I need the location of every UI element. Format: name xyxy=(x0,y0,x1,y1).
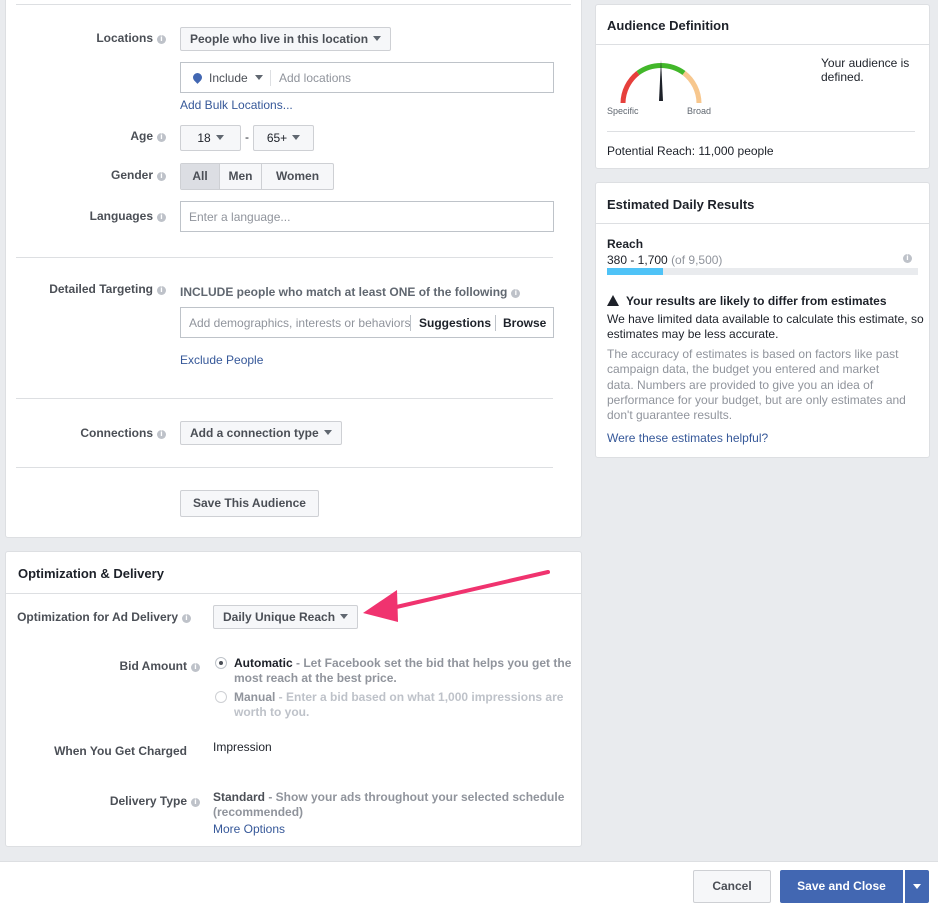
info-icon[interactable]: i xyxy=(191,663,200,672)
chevron-down-icon xyxy=(913,884,921,889)
more-options-link[interactable]: More Options xyxy=(213,822,285,836)
cancel-button[interactable]: Cancel xyxy=(693,870,771,903)
title-divider xyxy=(596,44,929,45)
audience-definition-panel: Audience Definition Specific Broad Your … xyxy=(595,4,930,169)
reach-label: Reach xyxy=(607,237,644,251)
save-audience-button[interactable]: Save This Audience xyxy=(180,490,319,517)
chevron-down-icon xyxy=(340,614,349,619)
add-bulk-locations-link[interactable]: Add Bulk Locations... xyxy=(180,98,293,112)
info-icon[interactable]: i xyxy=(157,213,166,222)
section-divider xyxy=(16,467,553,468)
reach-bar-fill xyxy=(607,268,663,275)
connections-label: Connections i xyxy=(80,426,166,440)
ad-delivery-label: Optimization for Ad Delivery i xyxy=(17,610,191,624)
age-min-dropdown[interactable]: 18 xyxy=(180,125,241,151)
divider xyxy=(495,315,496,331)
info-icon[interactable]: i xyxy=(157,286,166,295)
automatic-option[interactable]: Automatic - Let Facebook set the bid tha… xyxy=(234,656,571,686)
estimated-results-panel: Estimated Daily Results Reach 380 - 1,70… xyxy=(595,182,930,458)
reach-bar-track xyxy=(607,268,918,275)
gender-women-button[interactable]: Women xyxy=(261,164,333,189)
exclude-people-link[interactable]: Exclude People xyxy=(180,353,263,367)
warning-icon xyxy=(607,295,619,306)
optimization-panel: Optimization & Delivery Optimization for… xyxy=(5,551,582,847)
estimates-helpful-link[interactable]: Were these estimates helpful? xyxy=(607,431,768,445)
delivery-type-value: Standard - Show your ads throughout your… xyxy=(213,790,565,819)
title-divider xyxy=(6,593,581,594)
info-icon[interactable]: i xyxy=(157,133,166,142)
gender-label: Gender i xyxy=(111,168,166,182)
divider xyxy=(410,315,411,331)
locations-label: Locations i xyxy=(96,31,166,45)
include-dropdown[interactable]: Include xyxy=(209,71,263,85)
manual-option[interactable]: Manual - Enter a bid based on what 1,000… xyxy=(234,690,563,720)
languages-placeholder: Enter a language... xyxy=(189,210,291,224)
title-divider xyxy=(596,223,929,224)
detailed-targeting-input[interactable]: Add demographics, interests or behaviors xyxy=(189,316,410,330)
detailed-targeting-label: Detailed Targeting i xyxy=(49,282,166,296)
gauge-specific-label: Specific xyxy=(607,106,639,116)
reach-range: 380 - 1,700 (of 9,500) xyxy=(607,253,723,267)
warning-body: We have limited data available to calcul… xyxy=(607,312,924,341)
info-icon[interactable]: i xyxy=(157,172,166,181)
info-icon[interactable]: i xyxy=(191,798,200,807)
section-divider xyxy=(16,257,553,258)
locations-field[interactable]: Include Add locations xyxy=(180,62,554,93)
detailed-targeting-field[interactable]: Add demographics, interests or behaviors… xyxy=(180,307,554,338)
section-divider xyxy=(16,398,553,399)
gender-all-button[interactable]: All xyxy=(181,164,219,189)
locations-input[interactable]: Add locations xyxy=(279,71,351,85)
chevron-down-icon xyxy=(215,135,224,140)
automatic-radio[interactable] xyxy=(215,657,227,669)
gender-toggle-group: All Men Women xyxy=(180,163,334,190)
gender-men-button[interactable]: Men xyxy=(219,164,261,189)
audience-panel: Locations i People who live in this locat… xyxy=(5,0,582,538)
top-divider xyxy=(16,4,571,5)
detailed-targeting-heading: INCLUDE people who match at least ONE of… xyxy=(180,285,521,299)
chevron-down-icon xyxy=(323,430,332,435)
manual-radio[interactable] xyxy=(215,691,227,703)
connection-type-dropdown[interactable]: Add a connection type xyxy=(180,421,342,445)
potential-reach: Potential Reach: 11,000 people xyxy=(607,144,774,158)
age-max-dropdown[interactable]: 65+ xyxy=(253,125,314,151)
audience-status: Your audience is defined. xyxy=(821,56,910,84)
estimated-title: Estimated Daily Results xyxy=(607,197,755,212)
charged-label: When You Get Charged xyxy=(54,744,187,758)
info-icon[interactable]: i xyxy=(511,289,521,298)
info-icon[interactable]: i xyxy=(182,614,191,623)
info-icon[interactable]: i xyxy=(903,254,912,263)
suggestions-button[interactable]: Suggestions xyxy=(419,316,491,330)
optimization-title: Optimization & Delivery xyxy=(18,566,164,581)
charged-value: Impression xyxy=(213,740,272,754)
languages-input[interactable]: Enter a language... xyxy=(180,201,554,232)
chevron-down-icon xyxy=(292,135,301,140)
delivery-type-label: Delivery Type i xyxy=(110,794,200,808)
footer-bar: Cancel Save and Close xyxy=(0,861,938,908)
estimate-note: The accuracy of estimates is based on fa… xyxy=(607,347,906,423)
warning-title: Your results are likely to differ from e… xyxy=(626,294,887,308)
divider xyxy=(270,70,271,86)
chevron-down-icon xyxy=(254,75,263,80)
info-icon[interactable]: i xyxy=(157,430,166,439)
chevron-down-icon xyxy=(373,36,382,41)
browse-button[interactable]: Browse xyxy=(503,316,546,330)
age-dash: - xyxy=(245,130,249,144)
save-options-dropdown[interactable] xyxy=(905,870,929,903)
info-icon[interactable]: i xyxy=(157,35,166,44)
audience-definition-title: Audience Definition xyxy=(607,18,730,33)
bid-amount-label: Bid Amount i xyxy=(119,659,200,673)
languages-label: Languages i xyxy=(90,209,166,223)
location-pin-icon xyxy=(191,71,204,84)
reach-divider xyxy=(607,131,915,132)
save-and-close-button[interactable]: Save and Close xyxy=(780,870,903,903)
audience-gauge-icon xyxy=(620,60,702,104)
age-label: Age i xyxy=(130,129,166,143)
location-type-dropdown[interactable]: People who live in this location xyxy=(180,27,392,51)
gauge-broad-label: Broad xyxy=(687,106,712,116)
ad-delivery-dropdown[interactable]: Daily Unique Reach xyxy=(213,605,359,629)
